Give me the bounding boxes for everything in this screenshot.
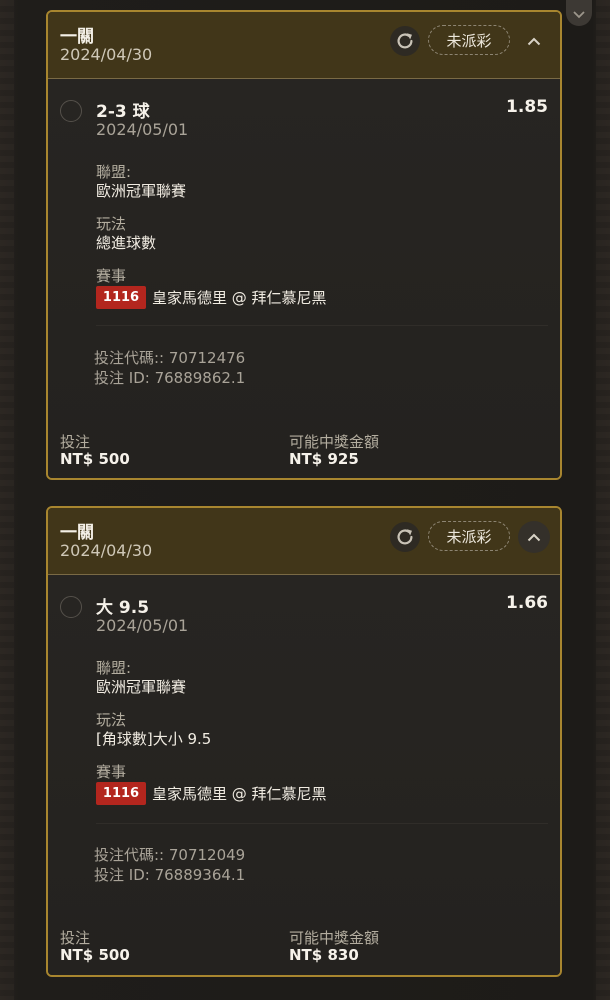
selection-name: 大 9.5	[96, 598, 150, 618]
match-row: 1116 皇家馬德里 @ 拜仁慕尼黑	[96, 782, 327, 805]
play-value: [角球數]大小 9.5	[96, 730, 212, 748]
left-rail	[0, 0, 14, 1000]
card-header[interactable]: 一關 2024/04/30 未派彩	[48, 508, 560, 575]
play-label: 玩法	[96, 711, 127, 729]
collapse-button[interactable]	[518, 25, 550, 57]
league-label: 聯盟:	[96, 163, 132, 181]
bet-type-title: 一關	[60, 27, 94, 47]
right-rail	[596, 0, 610, 1000]
bet-id: 投注 ID: 76889364.1	[94, 866, 246, 884]
chevron-down-icon	[573, 11, 585, 19]
bet-placed-date: 2024/04/30	[60, 45, 153, 64]
selection-name: 2-3 球	[96, 102, 150, 122]
selection-radio[interactable]	[60, 100, 82, 122]
league-label: 聯盟:	[96, 659, 132, 677]
card-header[interactable]: 一關 2024/04/30 未派彩	[48, 12, 560, 79]
payout-value: NT$ 830	[289, 946, 359, 964]
match-name: 皇家馬德里 @ 拜仁慕尼黑	[152, 785, 327, 803]
stake-label: 投注	[60, 929, 91, 947]
status-badge: 未派彩	[428, 521, 510, 551]
divider	[96, 325, 548, 326]
odds-value: 1.66	[506, 593, 548, 613]
status-badge: 未派彩	[428, 25, 510, 55]
divider	[96, 823, 548, 824]
stake-value: NT$ 500	[60, 946, 130, 964]
event-date: 2024/05/01	[96, 616, 189, 635]
match-name: 皇家馬德里 @ 拜仁慕尼黑	[152, 289, 327, 307]
match-row: 1116 皇家馬德里 @ 拜仁慕尼黑	[96, 286, 327, 309]
play-label: 玩法	[96, 215, 127, 233]
bet-history-page: 一關 2024/04/30 未派彩 2-3 球 1.85 2024/05/01 …	[0, 0, 610, 1000]
refresh-button[interactable]	[390, 522, 420, 552]
odds-value: 1.85	[506, 97, 548, 117]
chevron-up-icon	[527, 37, 541, 45]
match-code-badge: 1116	[96, 286, 146, 309]
selection-radio[interactable]	[60, 596, 82, 618]
stake-label: 投注	[60, 433, 91, 451]
card-body: 大 9.5 1.66 2024/05/01 聯盟: 歐洲冠軍聯賽 玩法 [角球數…	[48, 575, 560, 975]
refresh-icon	[397, 33, 413, 49]
bet-code: 投注代碼:: 70712049	[94, 846, 246, 864]
league-value: 歐洲冠軍聯賽	[96, 678, 187, 696]
payout-label: 可能中獎金額	[289, 433, 380, 451]
bet-placed-date: 2024/04/30	[60, 541, 153, 560]
stake-value: NT$ 500	[60, 450, 130, 468]
collapse-button[interactable]	[518, 521, 550, 553]
match-label: 賽事	[96, 267, 127, 285]
bet-card: 一關 2024/04/30 未派彩 2-3 球 1.85 2024/05/01 …	[46, 10, 562, 480]
match-code-badge: 1116	[96, 782, 146, 805]
payout-value: NT$ 925	[289, 450, 359, 468]
league-value: 歐洲冠軍聯賽	[96, 182, 187, 200]
refresh-button[interactable]	[390, 26, 420, 56]
event-date: 2024/05/01	[96, 120, 189, 139]
match-label: 賽事	[96, 763, 127, 781]
card-body: 2-3 球 1.85 2024/05/01 聯盟: 歐洲冠軍聯賽 玩法 總進球數…	[48, 79, 560, 478]
chevron-up-icon	[527, 533, 541, 541]
payout-label: 可能中獎金額	[289, 929, 380, 947]
refresh-icon	[397, 529, 413, 545]
bet-id: 投注 ID: 76889862.1	[94, 369, 246, 387]
bet-card: 一關 2024/04/30 未派彩 大 9.5 1.66 2024/05/01 …	[46, 506, 562, 977]
play-value: 總進球數	[96, 234, 157, 252]
scroll-down-button[interactable]	[566, 0, 592, 26]
bet-code: 投注代碼:: 70712476	[94, 349, 246, 367]
bet-type-title: 一關	[60, 523, 94, 543]
